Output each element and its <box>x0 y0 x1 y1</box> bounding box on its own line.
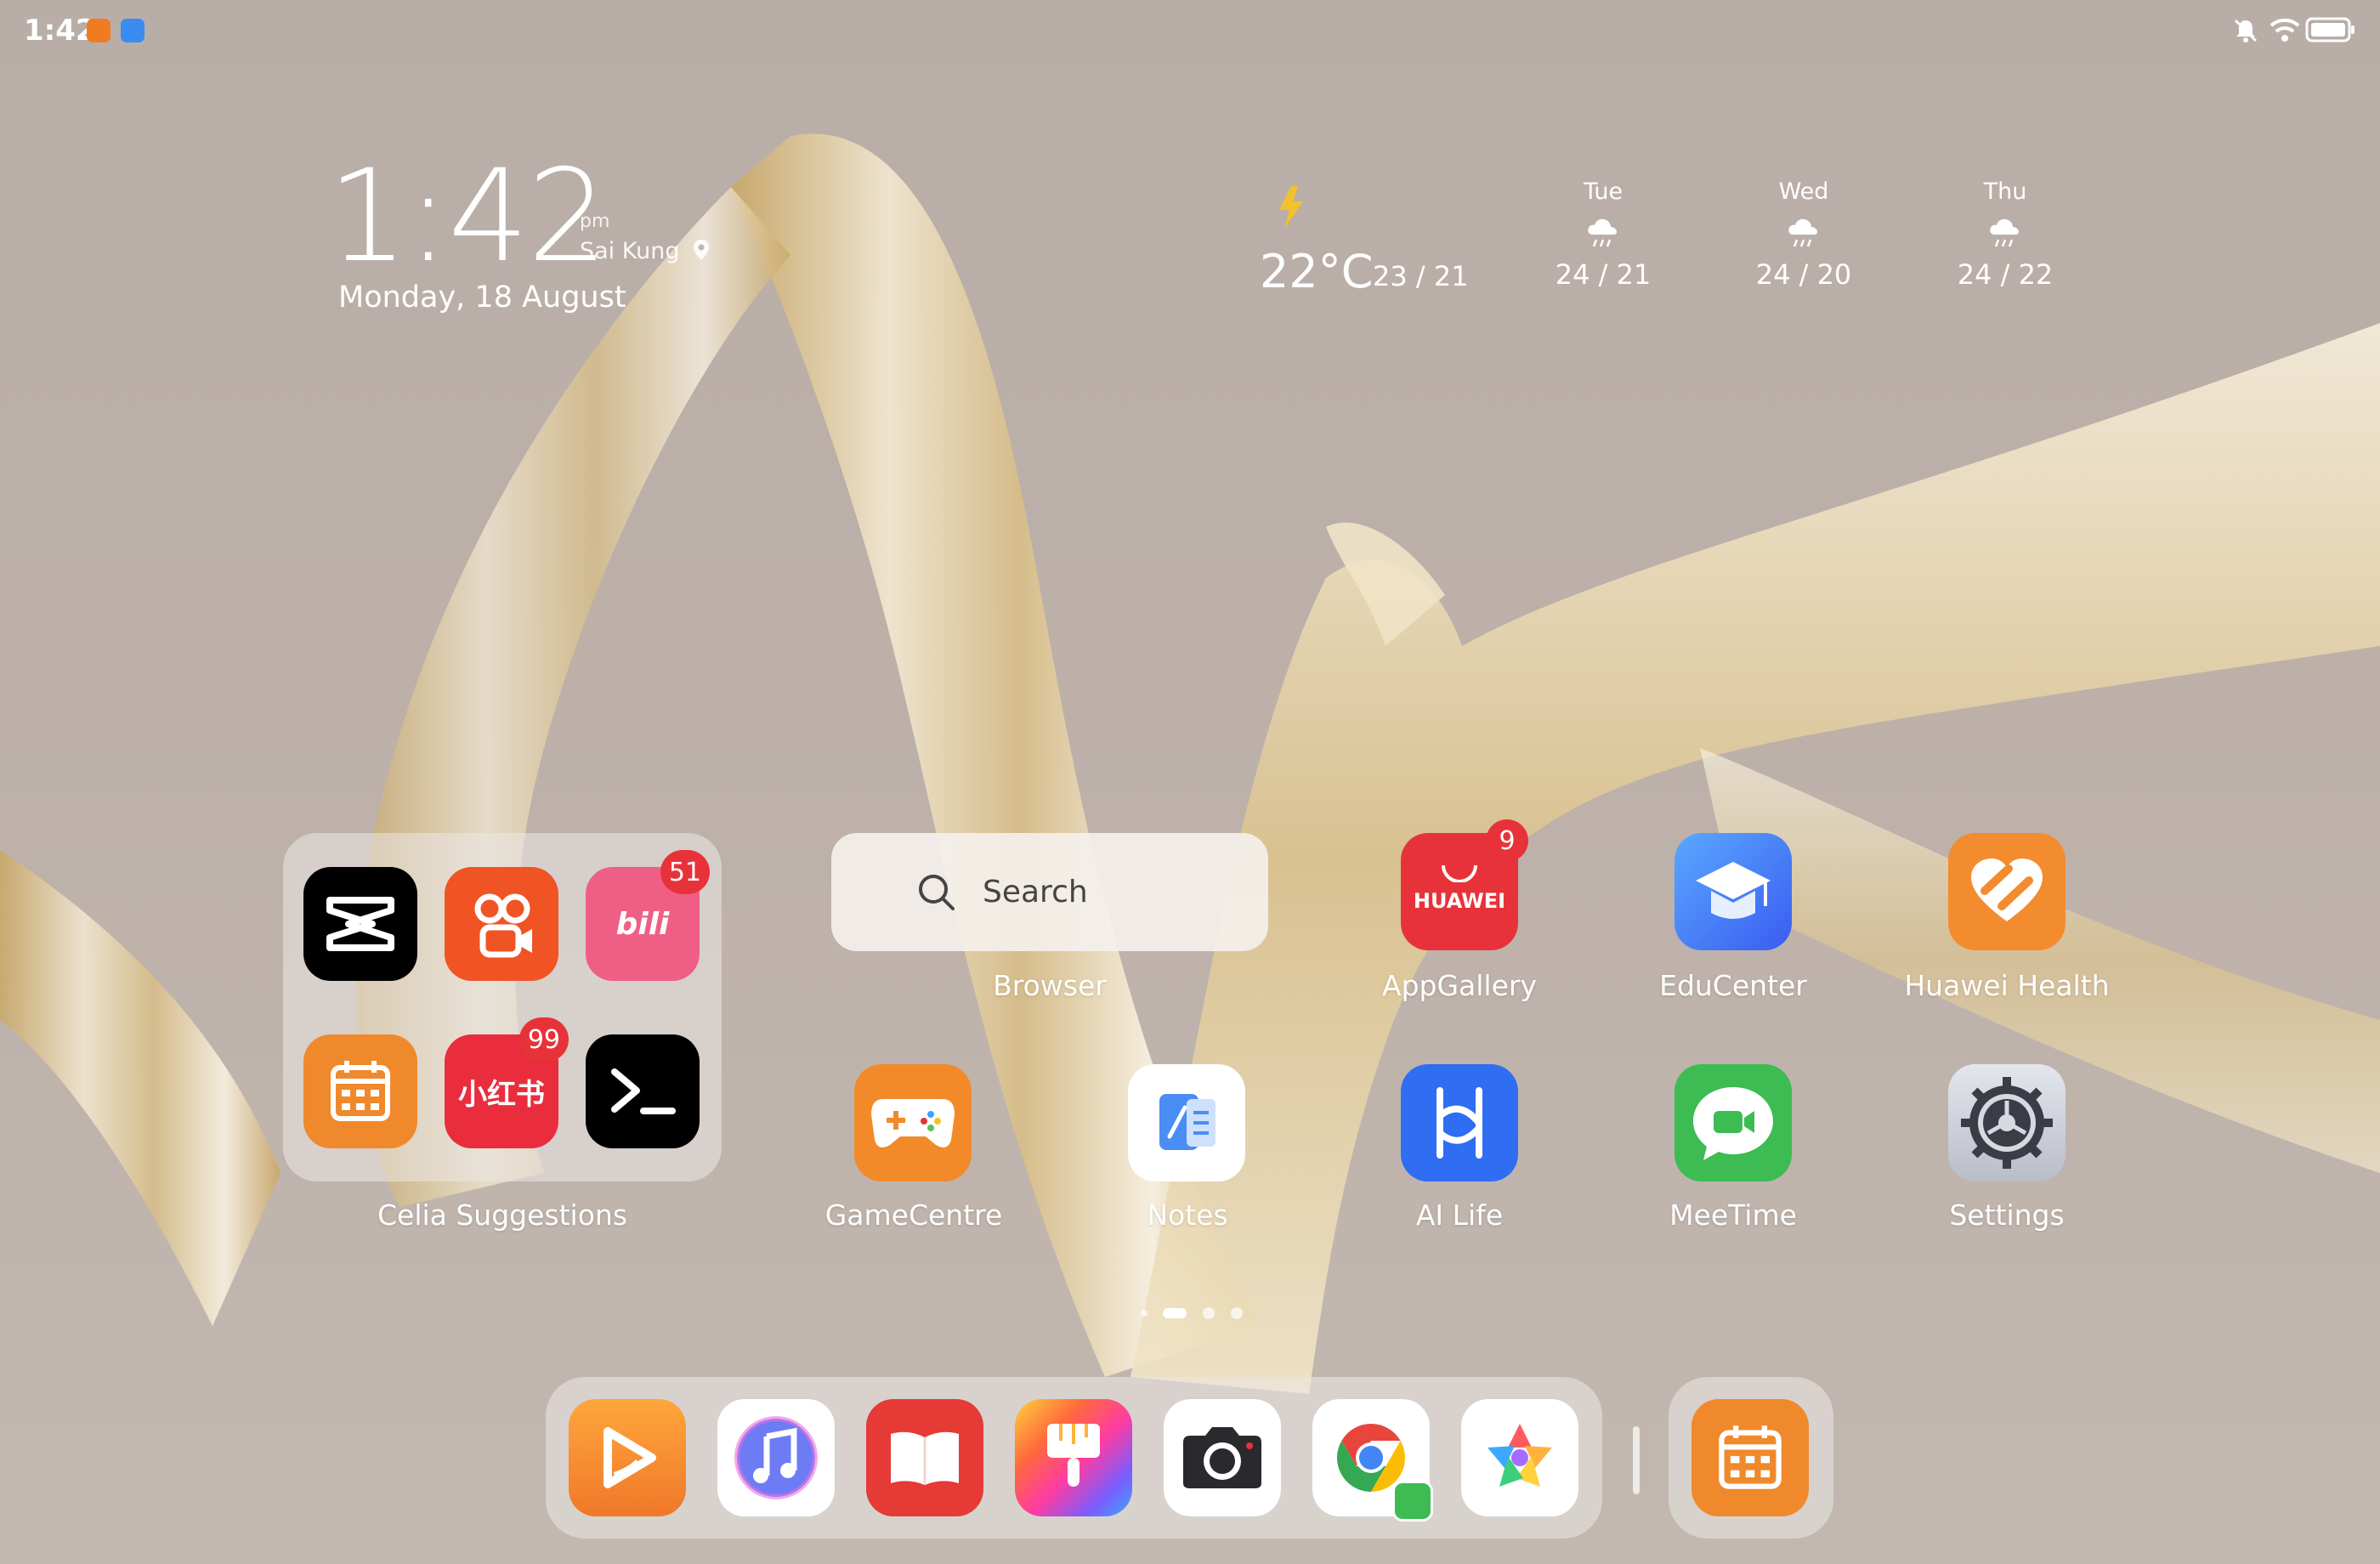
ai-life-app[interactable] <box>1401 1064 1518 1182</box>
paintbrush-icon <box>1047 1424 1100 1487</box>
notes-icon <box>1159 1094 1216 1150</box>
app-label: Notes <box>1147 1198 1228 1232</box>
gamepad-icon <box>871 1099 955 1148</box>
browser-search-widget[interactable]: Search <box>831 833 1268 951</box>
app-label: MeeTime <box>1669 1198 1797 1232</box>
notification-badge: 9 <box>1486 819 1528 862</box>
clock-time: 1:42 <box>327 143 609 291</box>
camera-app[interactable] <box>1164 1399 1281 1516</box>
current-temp-range: 23 / 21 <box>1373 260 1469 292</box>
clock-city: Sai Kung <box>580 238 711 264</box>
gallery-flower-icon <box>1488 1424 1552 1487</box>
settings-app[interactable] <box>1948 1064 2066 1182</box>
forecast-day: Tue <box>1583 178 1624 205</box>
mute-bell-icon <box>2234 19 2258 42</box>
thunder-icon <box>1279 186 1303 229</box>
shopping-bag-icon <box>1442 864 1477 882</box>
forecast-range: 24 / 21 <box>1555 258 1652 291</box>
health-heart-icon <box>1971 858 2043 921</box>
folder-label: Celia Suggestions <box>377 1198 628 1232</box>
themes-app[interactable] <box>1015 1399 1132 1516</box>
browser-notification-icon <box>121 19 144 42</box>
camera-icon <box>1183 1427 1261 1488</box>
terminal-icon <box>611 1068 676 1114</box>
location-pin-icon <box>694 240 710 260</box>
calendar-app-recent[interactable] <box>1692 1399 1809 1516</box>
clock-date: Monday, 18 August <box>338 280 626 314</box>
app-label: AppGallery <box>1382 969 1537 1002</box>
meetime-app[interactable] <box>1674 1064 1792 1182</box>
browser-label: Browser <box>993 969 1107 1002</box>
app-label: Settings <box>1949 1198 2065 1232</box>
graduation-cap-icon <box>1696 862 1771 919</box>
huawei-video-app[interactable] <box>569 1399 686 1516</box>
gallery-app[interactable] <box>1461 1399 1578 1516</box>
page-indicator[interactable] <box>1139 1304 1250 1323</box>
forecast-day: Thu <box>1983 178 2027 205</box>
gamecentre-app[interactable] <box>854 1064 972 1182</box>
xiaohongshu-icon: 小红书 <box>458 1077 545 1112</box>
meetime-icon <box>1693 1087 1773 1160</box>
rain-cloud-icon <box>1588 218 1617 247</box>
educenter-app[interactable] <box>1674 833 1792 950</box>
app-label: GameCentre <box>824 1198 1003 1232</box>
battery-icon <box>2305 17 2354 42</box>
gear-icon <box>1961 1077 2053 1169</box>
huawei-health-app[interactable] <box>1948 833 2066 950</box>
ai-life-icon <box>1436 1087 1482 1159</box>
open-book-icon <box>891 1431 959 1485</box>
books-app[interactable] <box>866 1399 983 1516</box>
forecast-day: Wed <box>1778 178 1829 205</box>
kuaishou-icon <box>474 893 532 958</box>
app-label: Huawei Health <box>1904 969 2110 1002</box>
forecast-range: 24 / 20 <box>1755 258 1852 291</box>
chrome-app[interactable] <box>1312 1399 1433 1522</box>
wifi-icon <box>2270 18 2300 42</box>
music-app[interactable] <box>717 1399 835 1516</box>
calendar-icon <box>1719 1425 1782 1489</box>
calendar-icon <box>331 1061 390 1121</box>
dock-divider <box>1633 1426 1640 1494</box>
video-play-icon <box>604 1427 656 1488</box>
notes-app[interactable] <box>1128 1064 1245 1182</box>
notification-badge: 51 <box>660 850 710 894</box>
clock-ampm: pm <box>580 211 610 232</box>
kuaishou-app[interactable] <box>445 867 558 981</box>
bilibili-icon: bili <box>615 906 670 942</box>
terminal-app[interactable] <box>586 1034 700 1148</box>
rain-cloud-icon <box>1990 218 2019 247</box>
music-note-icon <box>734 1416 818 1499</box>
weibo-notification-icon <box>87 19 110 42</box>
search-icon <box>919 874 955 910</box>
appgallery-app[interactable]: HUAWEI 9 <box>1401 819 1528 950</box>
current-temperature: 22°C <box>1260 245 1374 298</box>
notification-badge: 99 <box>518 1017 569 1062</box>
huawei-brand-text: HUAWEI <box>1413 889 1506 913</box>
capcut-icon <box>326 897 394 951</box>
forecast-range: 24 / 22 <box>1957 258 2054 291</box>
bilibili-app[interactable]: bili 51 <box>586 850 710 981</box>
calendar-app-folder[interactable] <box>303 1034 417 1148</box>
capcut-app[interactable] <box>303 867 417 981</box>
xiaohongshu-app[interactable]: 小红书 99 <box>445 1017 569 1148</box>
app-label: EduCenter <box>1659 969 1807 1002</box>
rain-cloud-icon <box>1788 218 1817 247</box>
status-time: 1:42 <box>24 14 96 48</box>
app-label: AI Life <box>1415 1198 1504 1232</box>
search-placeholder: Search <box>983 875 1088 910</box>
app-clone-badge-icon <box>1392 1481 1433 1522</box>
